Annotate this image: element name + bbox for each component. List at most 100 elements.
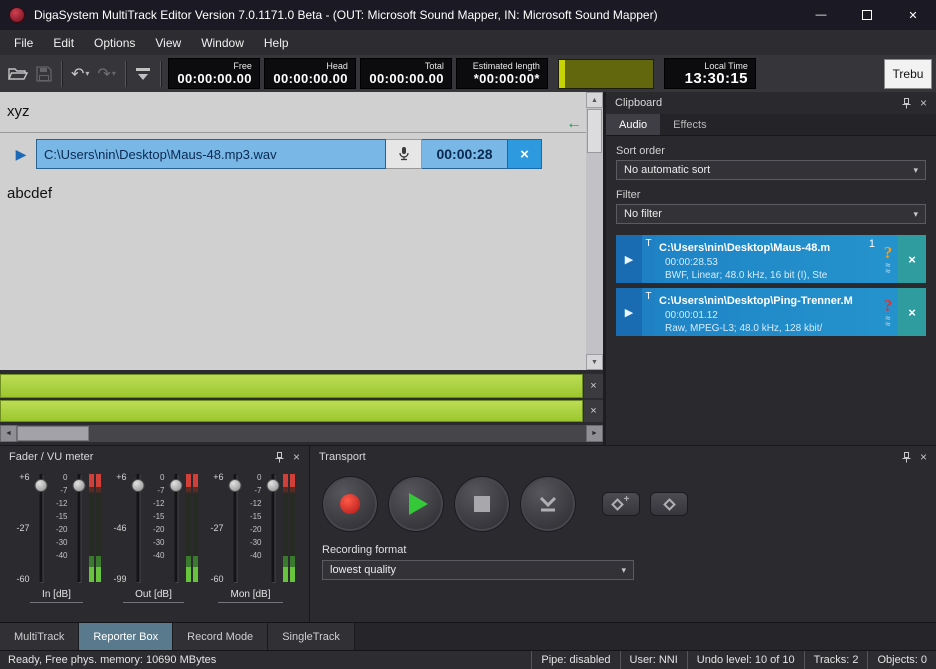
track-row[interactable]: ▶ C:\Users\nin\Desktop\Maus-48.mp3.wav 0… xyxy=(6,139,542,169)
pin-icon[interactable] xyxy=(902,98,911,109)
marker-button[interactable] xyxy=(650,492,688,516)
menu-options[interactable]: Options xyxy=(84,30,145,55)
fader-panel: Fader / VU meter × +6 -27 -60 0-7-12-15-… xyxy=(0,445,310,622)
slider-knob[interactable] xyxy=(169,479,182,492)
stop-button[interactable] xyxy=(454,476,510,532)
slider-knob[interactable] xyxy=(131,479,144,492)
menu-view[interactable]: View xyxy=(145,30,191,55)
clipboard-entry[interactable]: ▶ T C:\Users\nin\Desktop\Ping-Trenner.M … xyxy=(616,288,926,336)
slider-knob[interactable] xyxy=(34,479,47,492)
fader-slider[interactable] xyxy=(130,470,146,586)
scale-mid: -27 xyxy=(210,523,223,533)
horizontal-scrollbar[interactable]: ◄ ► xyxy=(0,425,603,442)
undo-button[interactable]: ↶▾ xyxy=(67,60,93,88)
play-button[interactable] xyxy=(388,476,444,532)
redo-icon: ↷ xyxy=(97,64,110,84)
scale-tick: -40 xyxy=(56,551,68,560)
sort-order-select[interactable]: No automatic sort ▾ xyxy=(616,160,926,180)
maximize-button[interactable] xyxy=(844,0,890,30)
clipboard-header: Clipboard × xyxy=(606,92,936,114)
scroll-down-button[interactable]: ▼ xyxy=(586,354,603,370)
entry-close-button[interactable]: × xyxy=(898,288,926,336)
panel-close-button[interactable]: × xyxy=(920,96,927,110)
scale-bottom: -60 xyxy=(16,574,29,584)
clipboard-entry[interactable]: ▶ T C:\Users\nin\Desktop\Maus-48.m 1 00:… xyxy=(616,235,926,283)
scale-tick: -12 xyxy=(250,499,262,508)
time-value: 00:00:00.00 xyxy=(273,72,348,86)
scrollbar-thumb[interactable] xyxy=(17,426,89,441)
fader-group-label: Out [dB] xyxy=(123,589,184,603)
status-undo-level: Undo level: 10 of 10 xyxy=(687,651,804,669)
panel-close-button[interactable]: × xyxy=(293,450,300,464)
scrollbar-track[interactable] xyxy=(89,425,586,442)
entry-play-button[interactable]: ▶ xyxy=(616,288,642,336)
entry-body: C:\Users\nin\Desktop\Maus-48.m 1 00:00:2… xyxy=(655,235,878,283)
fader-slider[interactable] xyxy=(71,470,87,586)
marker-add-button[interactable]: + xyxy=(602,492,640,516)
panel-close-button[interactable]: × xyxy=(920,450,927,464)
stop-icon xyxy=(474,496,490,512)
editor-region: xyz ← ▶ C:\Users\nin\Desktop\Maus-48.mp3… xyxy=(0,92,603,445)
close-button[interactable]: ✕ xyxy=(890,0,936,30)
level-meter xyxy=(558,59,654,89)
scale-mid: -46 xyxy=(113,523,126,533)
pin-icon[interactable] xyxy=(275,452,284,463)
fader-slider[interactable] xyxy=(33,470,49,586)
chevron-down-icon: ▾ xyxy=(621,565,626,576)
menu-file[interactable]: File xyxy=(4,30,43,55)
record-button[interactable] xyxy=(322,476,378,532)
scale-tick: -7 xyxy=(157,486,164,495)
recording-format-select[interactable]: lowest quality ▾ xyxy=(322,560,634,580)
scale-tick: 0 xyxy=(160,473,164,482)
fader-slider[interactable] xyxy=(168,470,184,586)
trebu-button[interactable]: Trebu xyxy=(884,59,932,89)
editor-canvas[interactable]: xyz ← ▶ C:\Users\nin\Desktop\Maus-48.mp3… xyxy=(0,92,603,370)
status-tracks: Tracks: 2 xyxy=(804,651,868,669)
region-close-button[interactable]: × xyxy=(584,400,603,422)
filter-select[interactable]: No filter ▾ xyxy=(616,204,926,224)
open-button[interactable] xyxy=(4,60,32,88)
entry-play-button[interactable]: ▶ xyxy=(616,235,642,283)
entry-close-button[interactable]: × xyxy=(898,235,926,283)
region-bar[interactable] xyxy=(0,374,583,398)
tab-record-mode[interactable]: Record Mode xyxy=(173,623,268,650)
slider-knob[interactable] xyxy=(266,479,279,492)
menu-edit[interactable]: Edit xyxy=(43,30,84,55)
redo-button[interactable]: ↷▾ xyxy=(93,60,119,88)
insert-point-arrow-icon: ← xyxy=(566,117,582,131)
track-mic-button[interactable] xyxy=(386,139,422,169)
tab-reporter-box[interactable]: Reporter Box xyxy=(79,623,173,650)
pin-icon[interactable] xyxy=(902,452,911,463)
save-button[interactable] xyxy=(32,60,56,88)
slider-knob[interactable] xyxy=(72,479,85,492)
tab-audio[interactable]: Audio xyxy=(606,114,660,135)
scale-tick: 0 xyxy=(63,473,67,482)
tab-multitrack[interactable]: MultiTrack xyxy=(0,623,79,650)
transport-title: Transport xyxy=(319,451,366,463)
entry-type-letter: T xyxy=(642,235,655,283)
undo-dropdown-icon: ▾ xyxy=(85,69,89,78)
menu-help[interactable]: Help xyxy=(254,30,299,55)
microphone-icon xyxy=(398,146,410,162)
scroll-right-button[interactable]: ► xyxy=(586,425,603,442)
vertical-scrollbar[interactable]: ▲ ▼ xyxy=(586,92,603,370)
fader-slider[interactable] xyxy=(265,470,281,586)
scroll-left-button[interactable]: ◄ xyxy=(0,425,17,442)
app-window: DigaSystem MultiTrack Editor Version 7.0… xyxy=(0,0,936,669)
track-path[interactable]: C:\Users\nin\Desktop\Maus-48.mp3.wav xyxy=(36,139,386,169)
track-close-button[interactable]: × xyxy=(508,139,542,169)
slider-knob[interactable] xyxy=(228,479,241,492)
region-bar[interactable] xyxy=(0,400,583,422)
goto-end-button[interactable] xyxy=(520,476,576,532)
window-controls: — ✕ xyxy=(798,0,936,30)
region-close-button[interactable]: × xyxy=(584,374,603,398)
scroll-up-button[interactable]: ▲ xyxy=(586,92,603,108)
tab-singletrack[interactable]: SingleTrack xyxy=(268,623,355,650)
scrollbar-thumb[interactable] xyxy=(587,109,602,153)
fader-slider[interactable] xyxy=(227,470,243,586)
menu-window[interactable]: Window xyxy=(191,30,254,55)
arrange-dropdown-button[interactable] xyxy=(131,60,155,88)
track-play-button[interactable]: ▶ xyxy=(6,139,36,169)
minimize-button[interactable]: — xyxy=(798,0,844,30)
tab-effects[interactable]: Effects xyxy=(660,114,719,135)
